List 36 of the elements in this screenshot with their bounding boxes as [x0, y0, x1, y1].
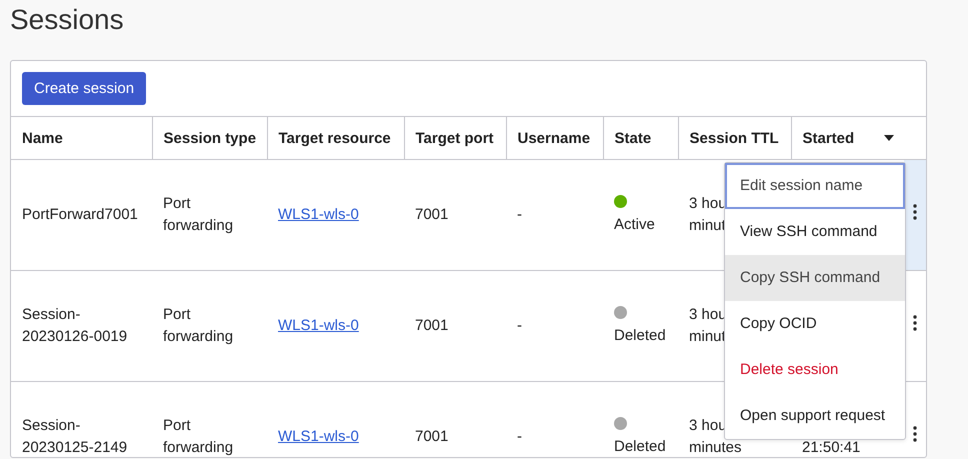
started-text: 21:50:41 — [802, 438, 862, 457]
column-header[interactable]: Started — [791, 117, 904, 160]
sort-caret-icon[interactable] — [884, 135, 894, 141]
table-cell: - — [506, 160, 603, 270]
table-cell: PortForward7001 — [11, 160, 152, 270]
target-resource-link[interactable]: WLS1-wls-0 — [278, 206, 359, 223]
state-text: Active — [614, 214, 655, 234]
table-cell: - — [506, 270, 603, 382]
column-header[interactable]: Target resource — [267, 117, 404, 160]
page-title: Sessions — [10, 3, 125, 37]
table-cell: Session- 20230125-2149 — [11, 382, 152, 457]
column-header[interactable]: State — [603, 117, 678, 160]
target-resource-link[interactable]: WLS1-wls-0 — [278, 317, 359, 334]
column-header[interactable]: Session TTL — [678, 117, 791, 160]
menu-item[interactable]: Copy SSH command — [725, 255, 905, 301]
table-cell: - — [506, 382, 603, 457]
column-header[interactable]: Target port — [404, 117, 506, 160]
menu-item[interactable]: Edit session name — [725, 163, 905, 209]
create-session-button[interactable]: Create session — [22, 72, 146, 105]
table-cell: 7001 — [404, 270, 506, 382]
menu-item[interactable]: Open support request — [725, 393, 905, 439]
state-text: Deleted — [614, 436, 666, 456]
table-cell: Port forwarding — [152, 270, 267, 382]
column-header[interactable]: Username — [506, 117, 603, 160]
column-header[interactable]: Name — [11, 117, 152, 160]
table-cell: Port forwarding — [152, 160, 267, 270]
kebab-menu-icon[interactable] — [913, 426, 917, 442]
table-cell: 7001 — [404, 382, 506, 457]
kebab-menu-icon[interactable] — [913, 204, 917, 220]
table-cell: Session- 20230126-0019 — [11, 270, 152, 382]
kebab-menu-icon[interactable] — [913, 314, 917, 330]
state-text: Deleted — [614, 326, 666, 346]
table-cell: 7001 — [404, 160, 506, 270]
target-resource-link[interactable]: WLS1-wls-0 — [278, 428, 359, 445]
column-header[interactable]: Session type — [152, 117, 267, 160]
table-cell: Port forwarding — [152, 382, 267, 457]
